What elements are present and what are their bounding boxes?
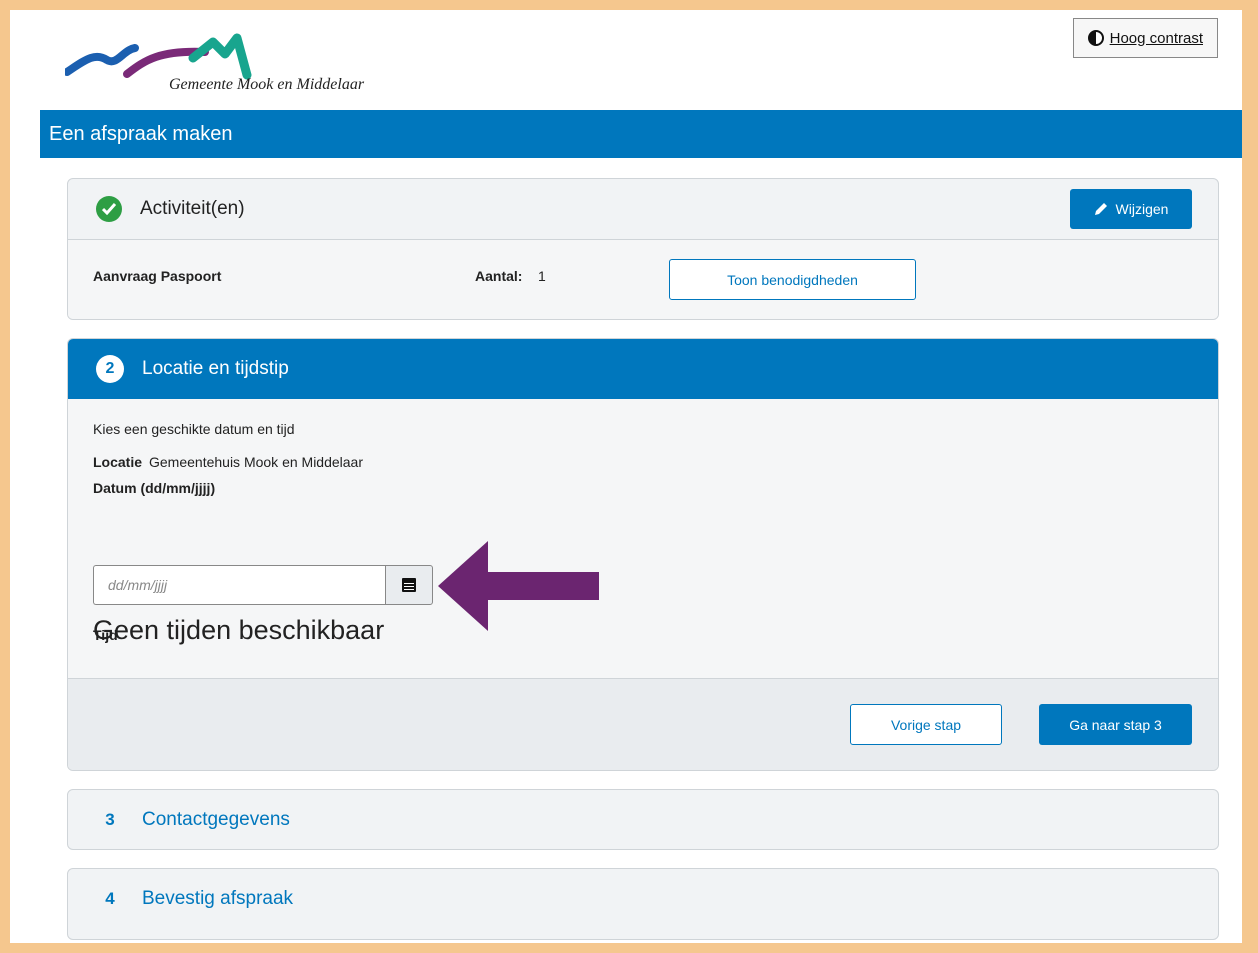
edit-button[interactable]: Wijzigen xyxy=(1070,189,1192,229)
date-input[interactable]: dd/mm/jjjj xyxy=(93,565,385,605)
check-icon xyxy=(96,196,122,222)
calendar-button[interactable] xyxy=(385,565,433,605)
page-title-bar: Een afspraak maken xyxy=(40,110,1242,158)
step3-title: Contactgegevens xyxy=(142,808,290,830)
page-title: Een afspraak maken xyxy=(49,122,233,145)
high-contrast-button[interactable]: Hoog contrast xyxy=(1072,18,1218,58)
step2-panel: 2 Locatie en tijdstip Kies een geschikte… xyxy=(67,338,1219,771)
high-contrast-label: Hoog contrast xyxy=(1109,29,1203,47)
step2-header: 2 Locatie en tijdstip xyxy=(68,339,1218,399)
no-times-message: Geen tijden beschikbaar xyxy=(93,615,385,645)
date-label: Datum (dd/mm/jjjj) xyxy=(93,480,216,496)
step4-panel[interactable]: 4 Bevestig afspraak xyxy=(67,868,1219,940)
date-placeholder: dd/mm/jjjj xyxy=(108,577,168,593)
annotation-arrow-icon xyxy=(438,541,599,631)
step3-number: 3 xyxy=(105,809,115,829)
show-requirements-button[interactable]: Toon benodigdheden xyxy=(669,259,916,300)
step4-header[interactable]: 4 Bevestig afspraak xyxy=(68,869,1218,929)
step4-title: Bevestig afspraak xyxy=(142,888,294,909)
location-value: Gemeentehuis Mook en Middelaar xyxy=(149,454,364,470)
calendar-icon xyxy=(402,578,416,592)
contrast-icon xyxy=(1087,30,1104,46)
count-label: Aantal: xyxy=(475,268,523,284)
location-label: Locatie xyxy=(93,454,143,470)
step1-panel: Activiteit(en) Wijzigen Aanvraag Paspoor… xyxy=(67,178,1219,320)
step2-title: Locatie en tijdstip xyxy=(142,358,289,379)
count-value: 1 xyxy=(538,268,546,284)
step2-number: 2 xyxy=(96,355,124,383)
page-frame: Gemeente Mook en Middelaar Hoog contrast… xyxy=(10,10,1242,943)
edit-button-label: Wijzigen xyxy=(1115,201,1169,217)
previous-step-button[interactable]: Vorige stap xyxy=(850,704,1002,745)
step3-header[interactable]: 3 Contactgegevens xyxy=(68,790,1218,849)
instruction-text: Kies een geschikte datum en tijd xyxy=(93,421,295,437)
activity-name: Aanvraag Paspoort xyxy=(93,268,222,284)
step1-header: Activiteit(en) Wijzigen xyxy=(68,179,1218,239)
step2-footer: Vorige stap Ga naar stap 3 xyxy=(68,679,1218,770)
municipality-name: Gemeente Mook en Middelaar xyxy=(169,76,365,93)
municipality-logo[interactable]: Gemeente Mook en Middelaar xyxy=(65,30,425,110)
step1-title: Activiteit(en) xyxy=(140,198,245,219)
step4-number: 4 xyxy=(105,889,115,908)
step1-body: Aanvraag Paspoort Aantal: 1 Toon benodig… xyxy=(68,240,1218,319)
step3-panel[interactable]: 3 Contactgegevens xyxy=(67,789,1219,850)
next-step-button[interactable]: Ga naar stap 3 xyxy=(1039,704,1192,745)
pencil-icon xyxy=(1094,203,1107,215)
logo-waves-icon xyxy=(65,33,252,80)
